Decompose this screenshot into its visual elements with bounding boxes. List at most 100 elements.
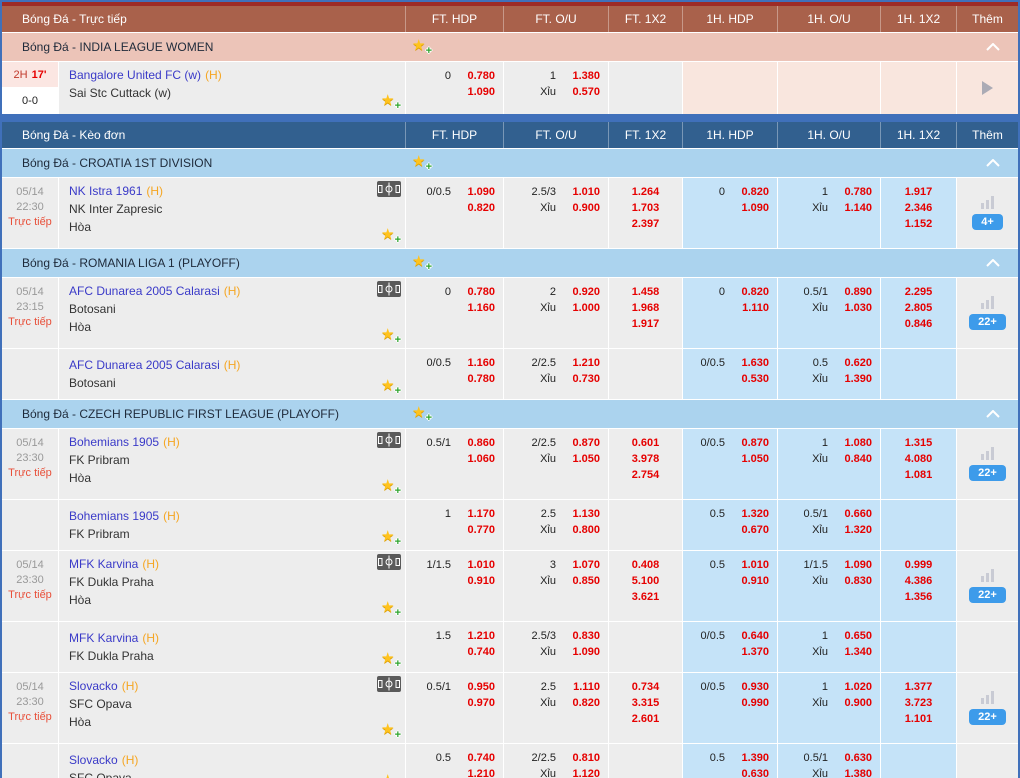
odds-value[interactable]: 0.820: [568, 695, 600, 711]
odds-value[interactable]: 1.968: [632, 302, 660, 314]
odds-value[interactable]: 0.820: [737, 284, 769, 300]
odds-value[interactable]: 0.950: [463, 679, 495, 695]
home-team[interactable]: Slovacko: [69, 679, 118, 693]
odds-value[interactable]: 2.805: [905, 302, 933, 314]
odds-value[interactable]: 0.970: [463, 695, 495, 711]
more-markets-badge[interactable]: 22+: [969, 587, 1006, 603]
league-band[interactable]: Bóng Đá - ROMANIA LIGA 1 (PLAYOFF) ★+: [2, 249, 1018, 277]
odds-value[interactable]: 1.080: [840, 435, 872, 451]
away-team[interactable]: NK Inter Zapresic: [69, 202, 162, 216]
odds-value[interactable]: 1.130: [568, 506, 600, 522]
away-team[interactable]: FK Dukla Praha: [69, 575, 154, 589]
odds-value[interactable]: 1.210: [463, 766, 495, 778]
odds-value[interactable]: 0.820: [737, 184, 769, 200]
more-markets-badge[interactable]: 22+: [969, 465, 1006, 481]
odds-value[interactable]: 1.110: [568, 679, 600, 695]
odds-value[interactable]: 1.090: [840, 557, 872, 573]
add-favorite-icon[interactable]: ★+: [381, 652, 399, 668]
away-team[interactable]: Botosani: [69, 376, 116, 390]
odds-value[interactable]: 1.320: [840, 522, 872, 538]
odds-value[interactable]: 0.920: [568, 284, 600, 300]
odds-value[interactable]: 1.917: [632, 318, 660, 330]
odds-value[interactable]: 1.210: [568, 355, 600, 371]
odds-value[interactable]: 1.356: [905, 591, 933, 603]
odds-value[interactable]: 0.830: [568, 628, 600, 644]
odds-value[interactable]: 4.080: [905, 453, 933, 465]
odds-value[interactable]: 0.734: [632, 681, 660, 693]
odds-value[interactable]: 0.850: [568, 573, 600, 589]
odds-value[interactable]: 1.060: [463, 451, 495, 467]
odds-value[interactable]: 4.386: [905, 575, 933, 587]
home-team[interactable]: Bangalore United FC (w): [69, 68, 201, 82]
odds-value[interactable]: 1.340: [840, 644, 872, 660]
chevron-up-icon[interactable]: [986, 43, 1000, 51]
home-team[interactable]: AFC Dunarea 2005 Calarasi: [69, 358, 220, 372]
odds-value[interactable]: 5.100: [632, 575, 660, 587]
away-team[interactable]: FK Pribram: [69, 453, 130, 467]
more-markets-badge[interactable]: 22+: [969, 709, 1006, 725]
odds-value[interactable]: 0.408: [632, 559, 660, 571]
away-team[interactable]: Botosani: [69, 302, 116, 316]
league-band[interactable]: Bóng Đá - CZECH REPUBLIC FIRST LEAGUE (P…: [2, 400, 1018, 428]
odds-value[interactable]: 1.210: [463, 628, 495, 644]
odds-value[interactable]: 1.703: [632, 202, 660, 214]
odds-value[interactable]: 0.900: [840, 695, 872, 711]
odds-value[interactable]: 0.860: [463, 435, 495, 451]
away-team[interactable]: Sai Stc Cuttack (w): [69, 86, 171, 100]
odds-value[interactable]: 1.160: [463, 355, 495, 371]
odds-value[interactable]: 1.050: [568, 451, 600, 467]
odds-value[interactable]: 1.458: [632, 286, 660, 298]
odds-value[interactable]: 0.601: [632, 437, 660, 449]
add-favorite-icon[interactable]: ★+: [381, 328, 399, 344]
odds-value[interactable]: 0.570: [568, 84, 600, 100]
odds-value[interactable]: 0.660: [840, 506, 872, 522]
odds-value[interactable]: 0.810: [568, 750, 600, 766]
odds-value[interactable]: 2.397: [632, 218, 660, 230]
odds-value[interactable]: 1.917: [905, 186, 933, 198]
add-favorite-icon[interactable]: ★+: [412, 39, 430, 55]
odds-value[interactable]: 1.630: [737, 355, 769, 371]
odds-value[interactable]: 3.723: [905, 697, 933, 709]
odds-value[interactable]: 0.990: [737, 695, 769, 711]
odds-value[interactable]: 1.090: [463, 84, 495, 100]
odds-value[interactable]: 0.820: [463, 200, 495, 216]
odds-value[interactable]: 1.010: [463, 557, 495, 573]
more-arrow-icon[interactable]: [982, 81, 993, 95]
chevron-up-icon[interactable]: [986, 259, 1000, 267]
odds-value[interactable]: 1.081: [905, 469, 933, 481]
odds-value[interactable]: 0.830: [840, 573, 872, 589]
add-favorite-icon[interactable]: ★+: [412, 255, 430, 271]
odds-value[interactable]: 0.640: [737, 628, 769, 644]
more-markets-badge[interactable]: 4+: [972, 214, 1003, 230]
home-team[interactable]: MFK Karvina: [69, 557, 138, 571]
odds-value[interactable]: 0.620: [840, 355, 872, 371]
away-team[interactable]: SFC Opava: [69, 771, 132, 778]
odds-value[interactable]: 3.315: [632, 697, 660, 709]
chevron-up-icon[interactable]: [986, 159, 1000, 167]
odds-value[interactable]: 0.780: [463, 68, 495, 84]
odds-value[interactable]: 0.930: [737, 679, 769, 695]
odds-value[interactable]: 2.295: [905, 286, 933, 298]
odds-value[interactable]: 0.900: [568, 200, 600, 216]
odds-value[interactable]: 0.910: [463, 573, 495, 589]
odds-value[interactable]: 1.010: [737, 557, 769, 573]
odds-value[interactable]: 0.780: [463, 284, 495, 300]
add-favorite-icon[interactable]: ★+: [381, 479, 399, 495]
odds-value[interactable]: 2.346: [905, 202, 933, 214]
odds-value[interactable]: 1.320: [737, 506, 769, 522]
odds-value[interactable]: 1.090: [737, 200, 769, 216]
away-team[interactable]: FK Dukla Praha: [69, 649, 154, 663]
odds-value[interactable]: 1.110: [737, 300, 769, 316]
odds-value[interactable]: 0.630: [840, 750, 872, 766]
odds-value[interactable]: 2.601: [632, 713, 660, 725]
away-team[interactable]: FK Pribram: [69, 527, 130, 541]
odds-value[interactable]: 0.630: [737, 766, 769, 778]
odds-value[interactable]: 2.754: [632, 469, 660, 481]
home-team[interactable]: AFC Dunarea 2005 Calarasi: [69, 284, 220, 298]
odds-value[interactable]: 0.650: [840, 628, 872, 644]
odds-value[interactable]: 0.870: [737, 435, 769, 451]
away-team[interactable]: SFC Opava: [69, 697, 132, 711]
odds-value[interactable]: 0.670: [737, 522, 769, 538]
odds-value[interactable]: 0.530: [737, 371, 769, 387]
odds-value[interactable]: 1.170: [463, 506, 495, 522]
